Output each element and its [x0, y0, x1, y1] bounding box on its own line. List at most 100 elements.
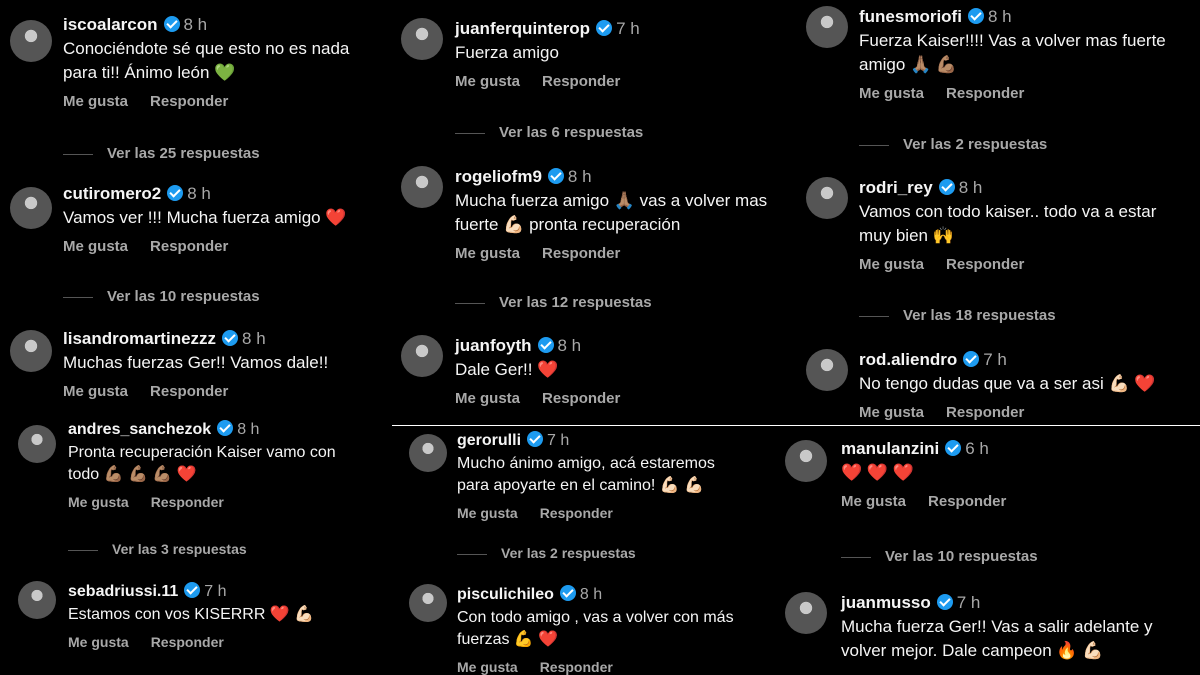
comment-text: Pronta recuperación Kaiser vamo con todo…: [68, 444, 336, 483]
username[interactable]: rogeliofm9: [455, 167, 542, 186]
verified-icon: [596, 20, 613, 36]
reply-button[interactable]: Responder: [151, 634, 224, 650]
like-button[interactable]: Me gusta: [455, 73, 520, 90]
verified-icon: [936, 594, 953, 610]
comment-text: Mucha fuerza Ger!! Vas a salir adelante …: [841, 617, 1153, 660]
avatar[interactable]: [785, 592, 827, 634]
like-button[interactable]: Me gusta: [455, 390, 520, 407]
view-replies-button[interactable]: Ver las 25 respuestas: [63, 145, 260, 162]
view-replies-button[interactable]: Ver las 2 respuestas: [859, 136, 1047, 153]
reply-button[interactable]: Responder: [946, 256, 1024, 273]
reply-button[interactable]: Responder: [150, 238, 228, 255]
username[interactable]: juanmusso: [841, 593, 931, 612]
avatar[interactable]: [401, 166, 443, 208]
reply-button[interactable]: Responder: [150, 93, 228, 110]
comments-panel-1: iscoalarcon 8 h Conociéndote sé que esto …: [0, 0, 392, 415]
view-replies-button[interactable]: Ver las 10 respuestas: [63, 288, 260, 305]
like-button[interactable]: Me gusta: [63, 238, 128, 255]
view-replies-button[interactable]: Ver las 2 respuestas: [457, 545, 636, 561]
comment-text: Muchas fuerzas Ger!! Vamos dale!!: [63, 353, 329, 372]
reply-button[interactable]: Responder: [542, 390, 620, 407]
verified-icon: [559, 585, 576, 601]
timestamp: 7 h: [204, 583, 227, 600]
timestamp: 8 h: [242, 329, 266, 348]
like-button[interactable]: Me gusta: [841, 493, 906, 510]
timestamp: 8 h: [987, 7, 1012, 26]
timestamp: 8 h: [579, 586, 603, 603]
avatar[interactable]: [10, 330, 52, 372]
username[interactable]: lisandromartinezzz: [63, 329, 216, 348]
username[interactable]: rodri_rey: [859, 178, 933, 197]
avatar[interactable]: [785, 440, 827, 482]
timestamp: 7 h: [983, 350, 1007, 369]
like-button[interactable]: Me gusta: [859, 85, 924, 102]
avatar[interactable]: [18, 425, 56, 463]
username[interactable]: juanferquinterop: [455, 19, 590, 38]
username[interactable]: juanfoyth: [455, 336, 532, 355]
reply-button[interactable]: Responder: [946, 85, 1024, 102]
verified-icon: [963, 351, 980, 367]
view-replies-button[interactable]: Ver las 18 respuestas: [859, 307, 1056, 324]
username[interactable]: cutiromero2: [63, 184, 161, 203]
reply-button[interactable]: Responder: [946, 404, 1024, 421]
username[interactable]: manulanzini: [841, 439, 939, 458]
like-button[interactable]: Me gusta: [859, 404, 924, 421]
like-button[interactable]: Me gusta: [68, 494, 129, 510]
verified-icon: [967, 8, 984, 24]
username[interactable]: pisculichileo: [457, 586, 554, 603]
username[interactable]: gerorulli: [457, 432, 521, 449]
comments-panel-5: gerorulli 7 h Mucho ánimo amigo, acá esta…: [392, 426, 777, 675]
username[interactable]: iscoalarcon: [63, 15, 158, 34]
comment-text: Fuerza Kaiser!!!! Vas a volver mas fuert…: [859, 31, 1166, 74]
timestamp: 7 h: [547, 432, 570, 449]
avatar[interactable]: [409, 584, 447, 622]
comments-panel-6: manulanzini 6 h ❤️ ❤️ ❤️ Me gusta Responde…: [777, 426, 1200, 675]
verified-icon: [163, 16, 180, 32]
comment-text: Conociéndote sé que esto no es nada para…: [63, 39, 350, 82]
comments-panel-4: funesmoriofi 8 h Fuerza Kaiser!!!! Vas a …: [792, 0, 1200, 425]
timestamp: 7 h: [956, 593, 981, 612]
avatar[interactable]: [401, 335, 443, 377]
avatar[interactable]: [401, 18, 443, 60]
view-replies-button[interactable]: Ver las 6 respuestas: [455, 124, 643, 141]
view-replies-button[interactable]: Ver las 3 respuestas: [68, 541, 247, 557]
verified-icon: [222, 330, 239, 346]
username[interactable]: funesmoriofi: [859, 7, 962, 26]
like-button[interactable]: Me gusta: [63, 93, 128, 110]
reply-button[interactable]: Responder: [542, 245, 620, 262]
avatar[interactable]: [806, 6, 848, 48]
verified-icon: [527, 431, 544, 447]
like-button[interactable]: Me gusta: [68, 634, 129, 650]
avatar[interactable]: [10, 20, 52, 62]
avatar[interactable]: [806, 177, 848, 219]
verified-icon: [938, 179, 955, 195]
timestamp: 7 h: [616, 19, 640, 38]
view-replies-button[interactable]: Ver las 12 respuestas: [455, 294, 652, 311]
avatar[interactable]: [10, 187, 52, 229]
avatar[interactable]: [806, 349, 848, 391]
reply-button[interactable]: Responder: [150, 383, 228, 400]
username[interactable]: rod.aliendro: [859, 350, 957, 369]
username[interactable]: sebadriussi.11: [68, 583, 178, 600]
timestamp: 8 h: [958, 178, 983, 197]
like-button[interactable]: Me gusta: [457, 659, 518, 675]
timestamp: 6 h: [965, 439, 989, 458]
like-button[interactable]: Me gusta: [457, 505, 518, 521]
reply-button[interactable]: Responder: [540, 505, 613, 521]
comment-text: Mucho ánimo amigo, acá estaremos para ap…: [457, 455, 715, 494]
view-replies-button[interactable]: Ver las 10 respuestas: [841, 548, 1038, 565]
like-button[interactable]: Me gusta: [859, 256, 924, 273]
verified-icon: [945, 440, 962, 456]
verified-icon: [184, 582, 201, 598]
avatar[interactable]: [409, 434, 447, 472]
reply-button[interactable]: Responder: [928, 493, 1006, 510]
comments-panel-2: andres_sanchezok 8 h Pronta recuperación …: [0, 415, 392, 675]
reply-button[interactable]: Responder: [151, 494, 224, 510]
avatar[interactable]: [18, 581, 56, 619]
reply-button[interactable]: Responder: [542, 73, 620, 90]
username[interactable]: andres_sanchezok: [68, 421, 211, 438]
like-button[interactable]: Me gusta: [455, 245, 520, 262]
comment-text: Vamos con todo kaiser.. todo va a estar …: [859, 202, 1157, 245]
like-button[interactable]: Me gusta: [63, 383, 128, 400]
reply-button[interactable]: Responder: [540, 659, 613, 675]
